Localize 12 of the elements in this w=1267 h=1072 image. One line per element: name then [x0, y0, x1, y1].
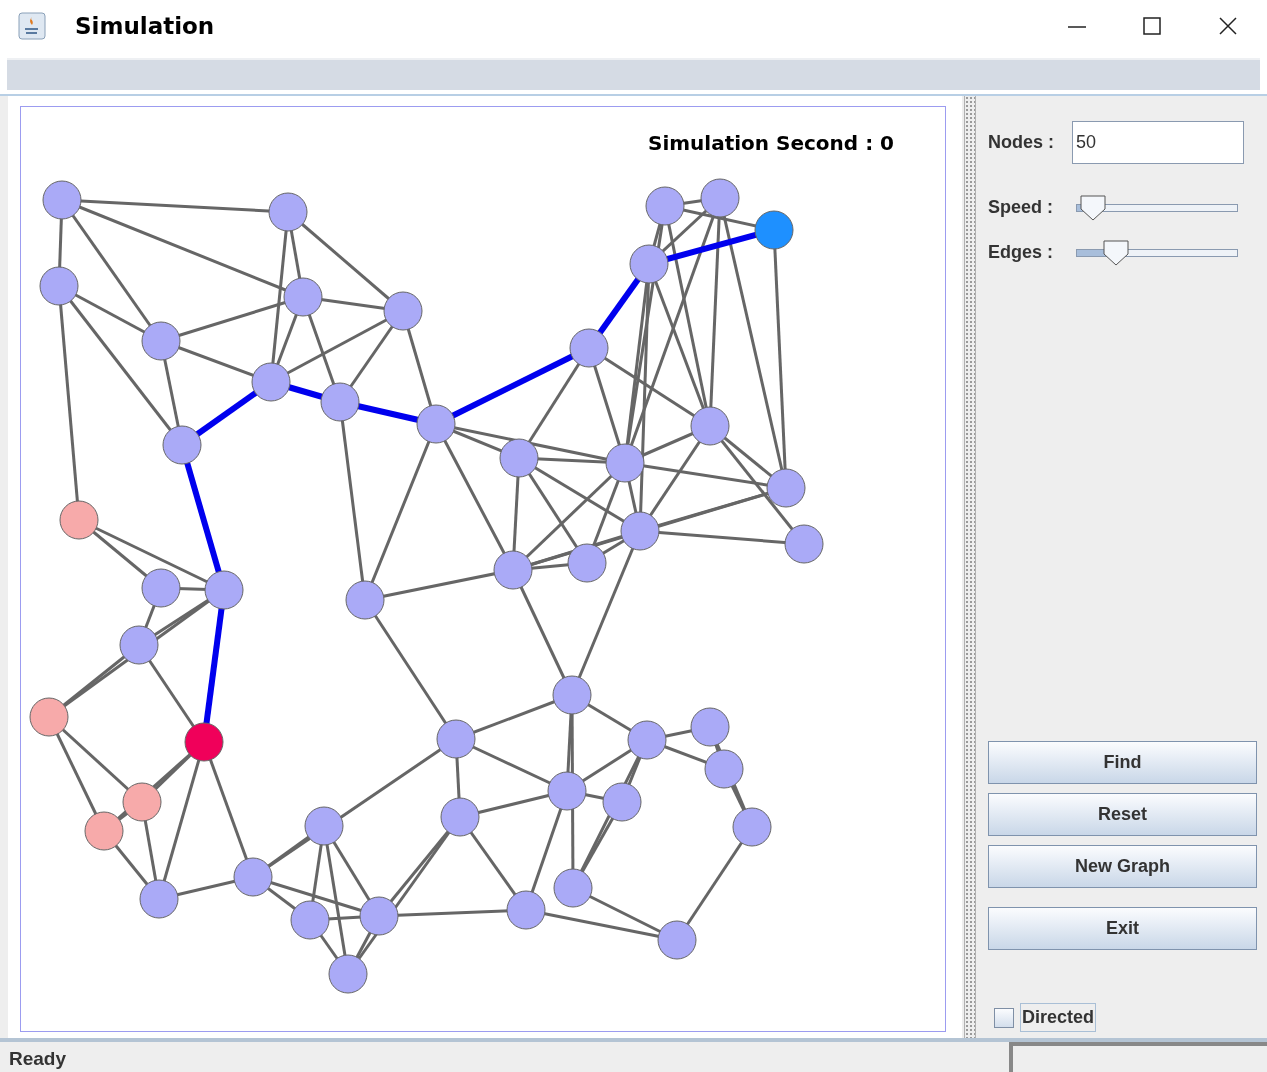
nodes-label: Nodes : [988, 131, 1055, 154]
slider-label: Edges : [988, 241, 1054, 264]
nodes-input[interactable]: 50 [1072, 121, 1244, 164]
window-title: Simulation [75, 11, 215, 41]
action-button[interactable]: Find [988, 741, 1257, 784]
action-button[interactable]: New Graph [988, 845, 1257, 888]
slider-label: Speed : [988, 196, 1054, 219]
status-text: Ready [8, 1047, 68, 1071]
action-button[interactable]: Exit [988, 907, 1257, 950]
simulation-second-label: Simulation Second : 0 [648, 130, 894, 157]
action-button[interactable]: Reset [988, 793, 1257, 836]
directed-label: Directed [1020, 1003, 1097, 1032]
